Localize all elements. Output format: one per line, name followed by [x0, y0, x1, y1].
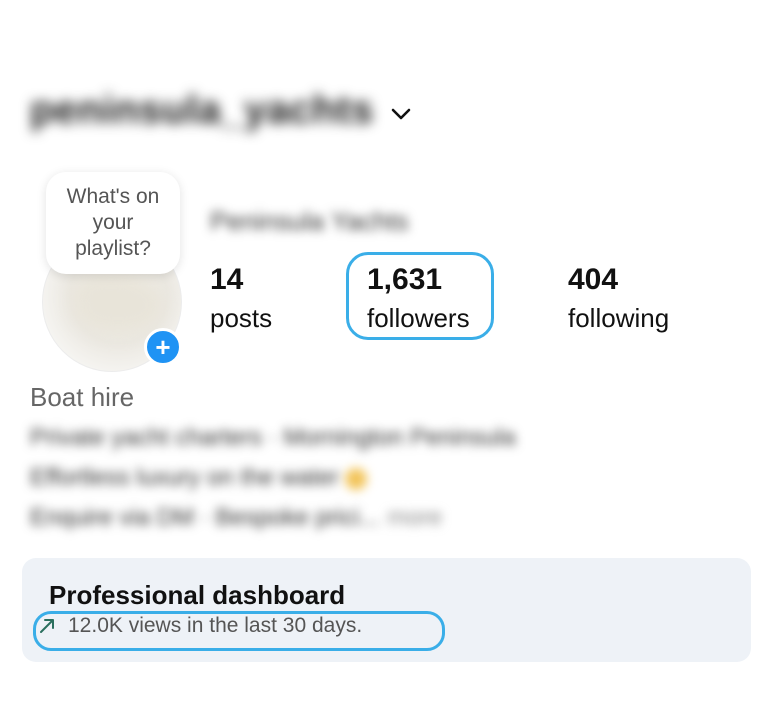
- followers-stat[interactable]: 1,631 followers: [367, 262, 470, 338]
- bio-line-2-text: Effortless luxury on the water: [30, 464, 340, 491]
- note-text: What's on your playlist?: [66, 185, 160, 260]
- dashboard-subtitle: 12.0K views in the last 30 days.: [68, 614, 363, 637]
- sun-emoji-icon: [345, 467, 368, 490]
- following-stat[interactable]: 404 following: [568, 262, 669, 338]
- bio-line-1: Private yacht charters · Mornington Peni…: [30, 424, 516, 451]
- following-label: following: [568, 303, 670, 333]
- username: peninsula_yachts: [30, 88, 374, 132]
- bio-more-link[interactable]: more: [387, 504, 442, 531]
- posts-stat[interactable]: 14 posts: [210, 262, 272, 338]
- bio-line-2: Effortless luxury on the water: [30, 464, 368, 492]
- bio-line-3-text: Enquire via DM · Bespoke prici...: [30, 504, 380, 531]
- profile-page: peninsula_yachts Peninsula Yachts + What…: [0, 0, 766, 717]
- display-name: Peninsula Yachts: [210, 206, 409, 236]
- dashboard-views-summary: 12.0K views in the last 30 days.: [36, 614, 362, 638]
- profile-category: Boat hire: [30, 382, 135, 412]
- professional-dashboard-card[interactable]: Professional dashboard 12.0K views in th…: [22, 558, 751, 662]
- chevron-down-icon[interactable]: [390, 103, 412, 125]
- followers-count: 1,631: [367, 263, 443, 296]
- followers-label: followers: [367, 303, 470, 333]
- following-count: 404: [568, 263, 619, 296]
- dashboard-title: Professional dashboard: [49, 580, 346, 610]
- trend-up-arrow-icon: [36, 615, 58, 637]
- plus-icon[interactable]: +: [144, 328, 182, 366]
- bio-line-3: Enquire via DM · Bespoke prici... more: [30, 504, 442, 532]
- posts-label: posts: [210, 303, 273, 333]
- username-switcher[interactable]: peninsula_yachts: [30, 88, 412, 133]
- note-bubble[interactable]: What's on your playlist?: [46, 172, 180, 274]
- posts-count: 14: [210, 263, 244, 296]
